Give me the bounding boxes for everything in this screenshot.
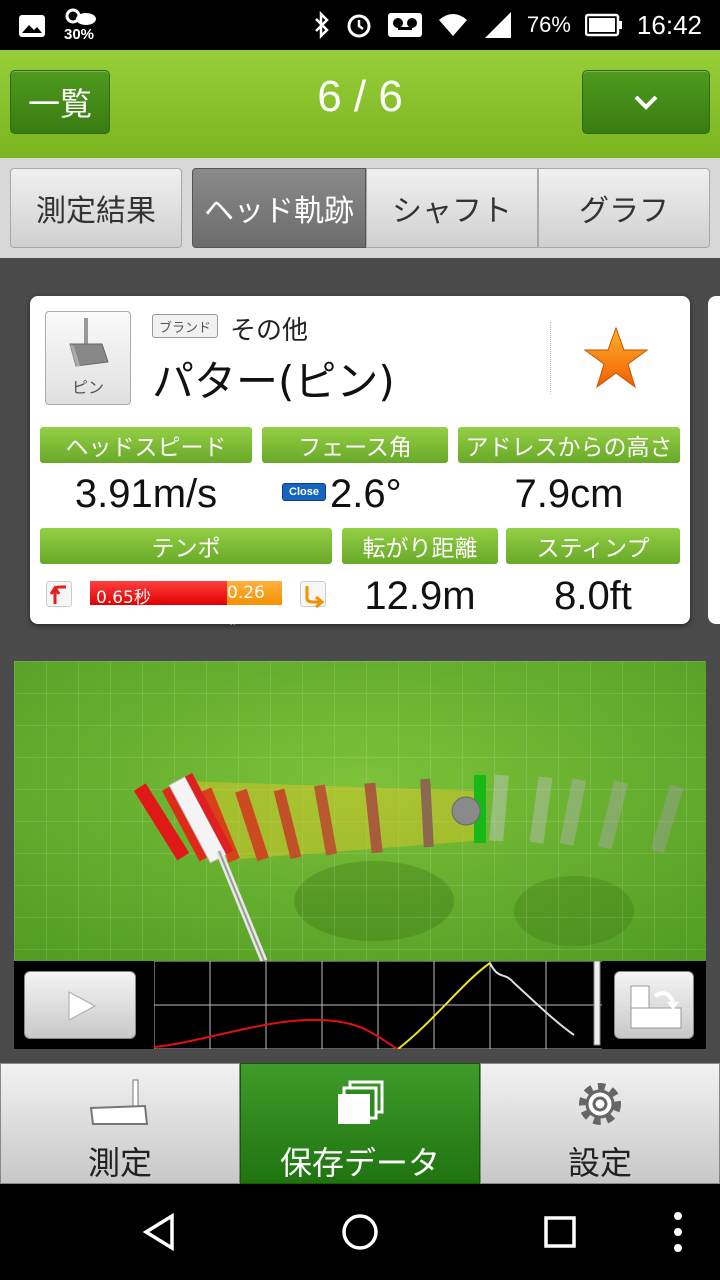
stack-icon — [338, 1080, 384, 1124]
rotate-view-button[interactable] — [614, 971, 694, 1039]
head-speed-value: 3.91m/s — [74, 472, 218, 516]
bottom-navigation: 測定 保存データ 設定 — [0, 1063, 720, 1184]
app-header: 一覧 6 / 6 — [0, 50, 720, 158]
club-info-card[interactable]: ピン ブランド その他 パター(ピン) ヘッドスピード フェース角 アドレスから… — [30, 296, 690, 628]
tempo-backswing-time: 0.65秒 — [96, 588, 151, 608]
nav-settings[interactable]: 設定 — [480, 1063, 720, 1184]
dropdown-button[interactable] — [582, 70, 710, 134]
downswing-curve — [397, 962, 491, 1049]
nav-saved-data-label: 保存データ — [279, 1144, 440, 1182]
list-button[interactable]: 一覧 — [10, 70, 110, 134]
wifi-icon — [438, 14, 467, 36]
head-speed-label: ヘッドスピード — [40, 427, 252, 463]
putter-icon — [89, 1079, 149, 1125]
face-close-badge: Close — [282, 483, 326, 501]
back-icon[interactable] — [128, 1202, 192, 1262]
weather-percent: 30% — [64, 26, 95, 43]
page-counter: 6 / 6 — [317, 72, 403, 121]
alarm-icon — [347, 14, 371, 38]
tab-measurement-result[interactable]: 測定結果 — [10, 168, 182, 248]
face-angle-label: フェース角 — [262, 427, 448, 463]
bluetooth-icon — [314, 11, 329, 39]
stimp-label: スティンプ — [506, 528, 680, 564]
backswing-curve — [154, 1018, 399, 1049]
nav-saved-data[interactable]: 保存データ — [240, 1063, 480, 1184]
nav-measure[interactable]: 測定 — [0, 1063, 240, 1184]
brand-tag: ブランド — [152, 314, 218, 338]
address-height-label: アドレスからの高さ — [458, 427, 680, 463]
brand-name: その他 — [230, 316, 309, 346]
timeline-cursor — [593, 961, 601, 1046]
roll-distance-value: 12.9m — [364, 574, 476, 618]
voicemail-icon — [387, 13, 422, 37]
putting-green-view[interactable] — [14, 661, 706, 961]
play-button[interactable] — [24, 971, 136, 1039]
tab-head-trajectory[interactable]: ヘッド軌跡 — [192, 168, 366, 248]
weather-icon: 30% — [62, 6, 98, 46]
recents-icon[interactable] — [528, 1202, 592, 1262]
next-card-edge[interactable] — [708, 296, 720, 624]
card-divider — [550, 322, 551, 394]
putter-icon — [69, 318, 109, 367]
battery-percent: 76% — [526, 12, 571, 37]
ball — [451, 796, 481, 826]
tab-bar: 測定結果 ヘッド軌跡 シャフト グラフ — [0, 158, 720, 258]
club-thumbnail-label: ピン — [71, 378, 104, 397]
nav-measure-label: 測定 — [87, 1144, 152, 1182]
chevron-down-icon — [634, 95, 658, 110]
tempo-backswing-segment: 0.65秒 — [90, 581, 227, 608]
nav-settings-label: 設定 — [567, 1144, 632, 1182]
face-angle-value: 2.6° — [330, 472, 402, 516]
tempo-graph[interactable] — [154, 961, 602, 1049]
system-navigation-bar — [0, 1184, 720, 1280]
tab-graph[interactable]: グラフ — [538, 168, 710, 248]
gear-icon — [579, 1083, 621, 1125]
downswing-arrow-icon — [300, 581, 326, 609]
tempo-label: テンポ — [40, 528, 332, 564]
club-thumbnail[interactable]: ピン — [45, 311, 131, 405]
clock: 16:42 — [636, 9, 702, 40]
status-bar: 30% 76% 16:42 — [0, 0, 720, 50]
timeline-strip — [14, 961, 706, 1049]
home-icon[interactable] — [328, 1202, 392, 1262]
club-name: パター(ピン) — [152, 357, 395, 406]
follow-curve — [489, 962, 575, 1036]
tempo-bar: 0.65秒 0.26秒 — [90, 581, 282, 628]
stimp-value: 8.0ft — [554, 574, 632, 618]
image-icon — [19, 15, 45, 37]
tab-shaft[interactable]: シャフト — [366, 168, 538, 248]
tempo-downswing-time: 0.26秒 — [227, 583, 265, 628]
trajectory-canvas — [14, 661, 706, 961]
tempo-downswing-segment: 0.26秒 — [227, 581, 282, 628]
address-height-value: 7.9cm — [514, 472, 624, 516]
star-icon[interactable] — [583, 326, 649, 390]
backswing-arrow-icon — [46, 581, 72, 607]
rotate-view-icon — [630, 985, 682, 1029]
battery-icon — [584, 13, 622, 37]
roll-distance-label: 転がり距離 — [342, 528, 498, 564]
play-icon — [68, 991, 97, 1021]
more-icon[interactable] — [648, 1202, 708, 1262]
signal-icon — [484, 12, 511, 38]
